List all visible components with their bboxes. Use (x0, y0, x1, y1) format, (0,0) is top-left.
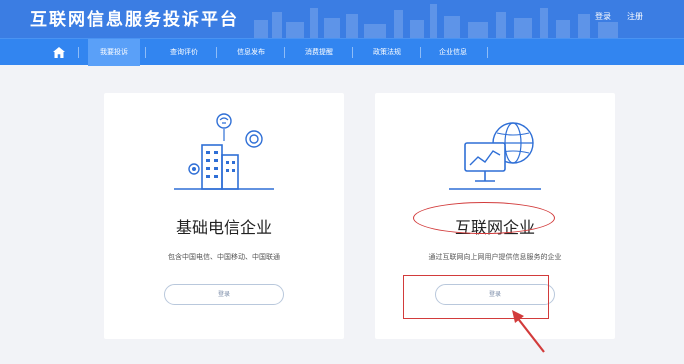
highlight-ellipse (413, 202, 555, 234)
telecom-login-button[interactable]: 登录 (164, 284, 284, 305)
site-header: 互联网信息服务投诉平台 登录 注册 (0, 0, 684, 38)
telecom-enterprise-card[interactable]: 基础电信企业 包含中国电信、中国移动、中国联通 登录 (104, 93, 344, 339)
nav-item-query[interactable]: 查询评价 (155, 39, 213, 66)
site-title: 互联网信息服务投诉平台 (30, 10, 239, 30)
nav-home[interactable] (40, 39, 78, 66)
nav-item-complaint[interactable]: 我要投诉 (88, 39, 140, 66)
main-nav: 我要投诉 查询评价 信息发布 消费提醒 政策法规 企业信息 (0, 38, 684, 66)
page: 互联网信息服务投诉平台 登录 注册 我要投诉 查询评价 信息发布 消费提醒 政策… (0, 0, 684, 364)
header-register-link[interactable]: 注册 (627, 11, 643, 22)
nav-item-publish[interactable]: 信息发布 (222, 39, 280, 66)
card-description: 包含中国电信、中国移动、中国联通 (168, 253, 280, 261)
nav-divider (487, 47, 488, 58)
nav-divider (352, 47, 353, 58)
card-title: 基础电信企业 (175, 218, 272, 237)
nav-item-consumer-alert[interactable]: 消费提醒 (290, 39, 348, 66)
monitor-globe-icon (449, 122, 541, 190)
nav-divider (420, 47, 421, 58)
telecom-buildings-icon (174, 113, 274, 190)
nav-divider (78, 47, 79, 58)
nav-item-regulations[interactable]: 政策法规 (358, 39, 416, 66)
nav-divider (284, 47, 285, 58)
home-icon (53, 47, 65, 58)
red-arrow-icon (512, 310, 545, 353)
header-login-link[interactable]: 登录 (595, 11, 611, 22)
card-description: 通过互联网向上网用户提供信息服务的企业 (428, 253, 562, 261)
nav-divider (216, 47, 217, 58)
nav-divider (145, 47, 146, 58)
skyline-decoration (254, 4, 618, 38)
nav-item-enterprise[interactable]: 企业信息 (424, 39, 482, 66)
